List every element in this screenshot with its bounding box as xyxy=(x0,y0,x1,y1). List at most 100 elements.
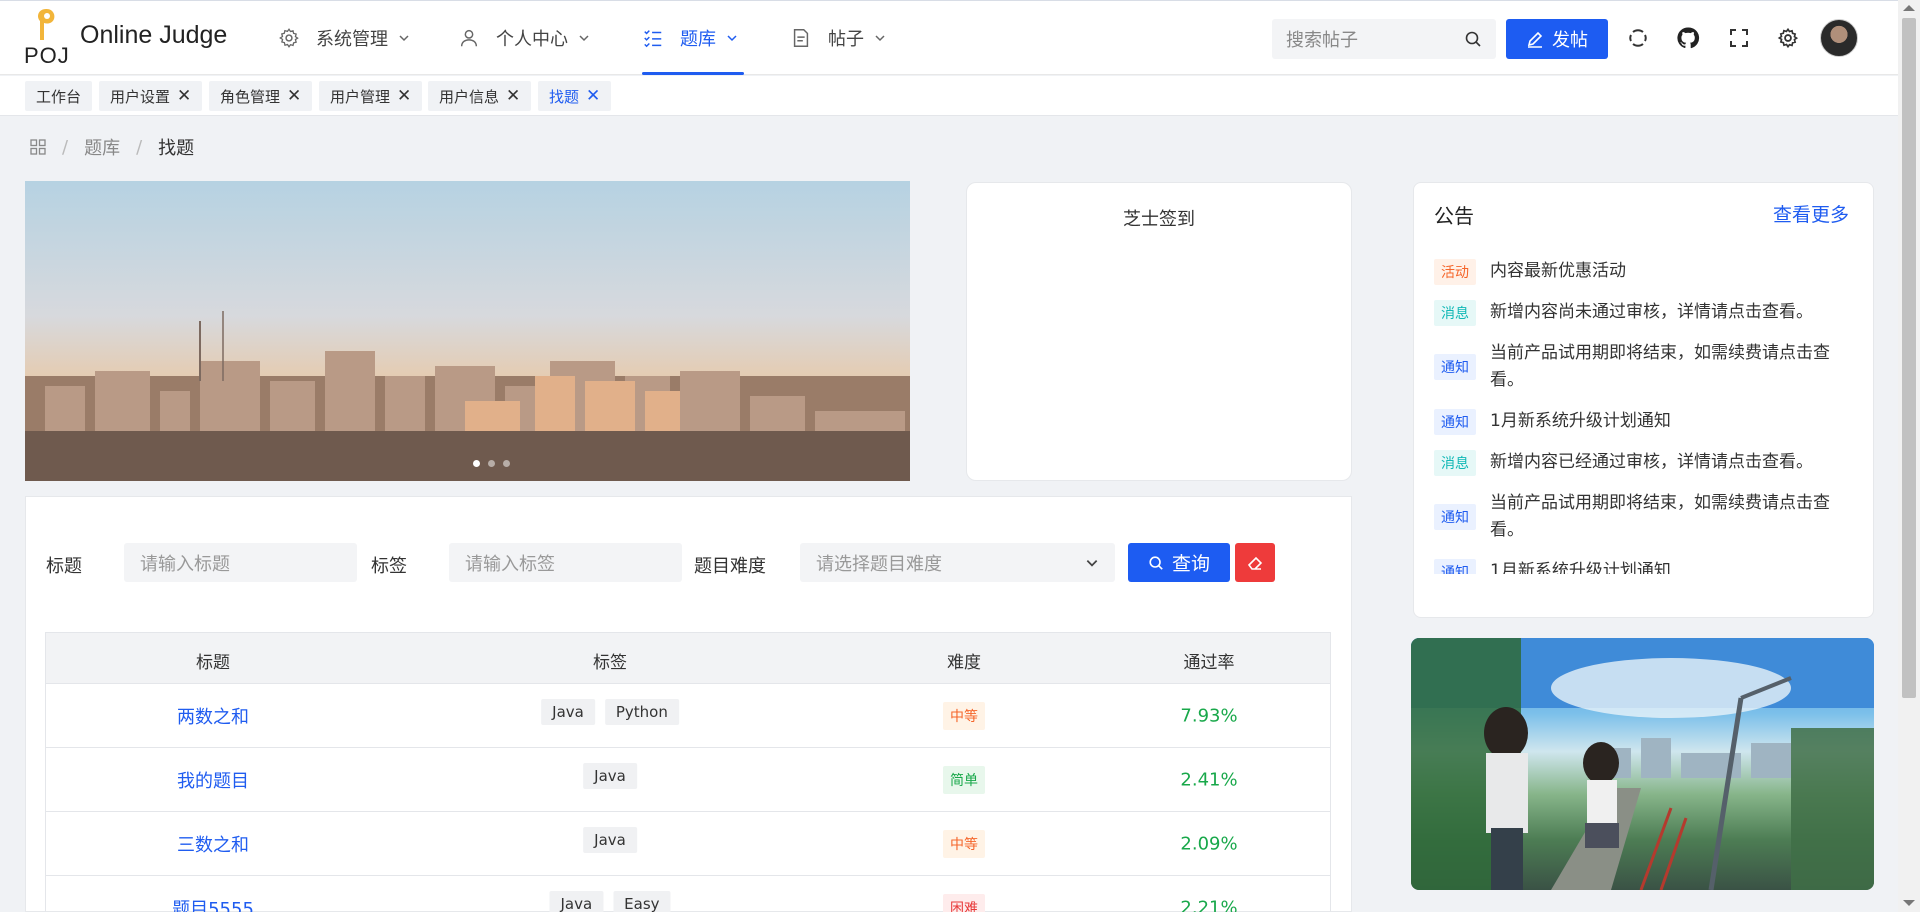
chevron-down-icon xyxy=(579,35,589,42)
sign-in-title: 芝士签到 xyxy=(1123,209,1195,230)
banner-carousel[interactable] xyxy=(25,181,910,481)
anime-scene-image xyxy=(1411,638,1874,890)
difficulty-filter-label: 题目难度 xyxy=(694,556,766,577)
table-row[interactable]: 我的题目 Java 简单 2.41% xyxy=(46,748,1330,812)
tab-label: 用户信息 xyxy=(439,87,500,106)
city-skyline-image xyxy=(25,311,910,481)
post-button[interactable]: 发帖 xyxy=(1506,19,1608,59)
scroll-down-arrow-icon[interactable] xyxy=(1903,900,1915,906)
title-input[interactable]: 请输入标题 xyxy=(124,543,357,582)
problem-title-link[interactable]: 题目5555 xyxy=(172,895,254,912)
notice-text: 新增内容尚未通过审核，详情请点击查看。 xyxy=(1490,302,1813,322)
column-header-tags: 标签 xyxy=(593,653,627,673)
document-icon xyxy=(793,29,809,47)
avatar[interactable] xyxy=(1820,19,1858,57)
difficulty-select-placeholder: 请选择题目难度 xyxy=(816,553,942,575)
notice-item[interactable]: 通知 当前产品试用期即将结束，如需续费请点击查看。 xyxy=(1434,490,1859,544)
nav-label: 个人中心 xyxy=(496,29,568,50)
chevron-down-icon xyxy=(399,35,409,42)
notice-item[interactable]: 消息 新增内容尚未通过审核，详情请点击查看。 xyxy=(1434,299,1859,326)
table-header: 标题 标签 难度 通过率 xyxy=(46,633,1330,684)
problem-tag: Python xyxy=(604,699,679,725)
problem-tags: Java Easy xyxy=(549,891,671,912)
table-row[interactable]: 三数之和 Java 中等 2.09% xyxy=(46,812,1330,876)
notice-text: 当前产品试用期即将结束，如需续费请点击查看。 xyxy=(1490,493,1830,540)
tab-user-management[interactable]: 用户管理 ✕ xyxy=(319,81,423,111)
notice-item[interactable]: 通知 当前产品试用期即将结束，如需续费请点击查看。 xyxy=(1434,340,1859,394)
app-title: Online Judge xyxy=(80,21,228,49)
problem-tags: Java Python xyxy=(541,699,679,725)
title-filter-label: 标题 xyxy=(46,556,82,577)
problem-tag: Easy xyxy=(613,891,671,912)
carousel-dot[interactable] xyxy=(473,460,480,467)
eraser-icon xyxy=(1247,556,1263,570)
search-input[interactable]: 搜索帖子 xyxy=(1272,19,1496,59)
problem-tag: Java xyxy=(541,699,595,725)
difficulty-select[interactable]: 请选择题目难度 xyxy=(800,543,1115,582)
problem-table: 标题 标签 难度 通过率 两数之和 Java Python 中等 7.93% 我… xyxy=(45,632,1331,912)
dashboard-grid-icon[interactable] xyxy=(30,139,46,155)
gear-icon xyxy=(279,28,299,48)
refresh-icon[interactable] xyxy=(1625,25,1651,51)
tag-filter-label: 标签 xyxy=(371,556,407,577)
nav-personal-center[interactable]: 个人中心 xyxy=(458,1,590,75)
post-button-label: 发帖 xyxy=(1552,30,1588,51)
close-icon[interactable]: ✕ xyxy=(586,87,600,105)
notice-item[interactable]: 活动 内容最新优惠活动 xyxy=(1434,258,1859,285)
poj-logo[interactable]: POJ xyxy=(24,7,69,71)
nav-posts[interactable]: 帖子 xyxy=(790,1,886,75)
title-input-placeholder: 请输入标题 xyxy=(140,553,230,575)
notice-item[interactable]: 消息 新增内容已经通过审核，详情请点击查看。 xyxy=(1434,449,1859,476)
search-icon xyxy=(1149,555,1163,570)
view-more-link[interactable]: 查看更多 xyxy=(1773,200,1849,227)
table-row[interactable]: 两数之和 Java Python 中等 7.93% xyxy=(46,684,1330,748)
tab-workbench[interactable]: 工作台 xyxy=(25,81,93,111)
close-icon[interactable]: ✕ xyxy=(177,87,191,105)
search-icon[interactable] xyxy=(1464,30,1482,48)
problem-title-link[interactable]: 三数之和 xyxy=(177,831,249,857)
scrollbar-thumb[interactable] xyxy=(1902,18,1916,698)
tabs-bar: 工作台 用户设置 ✕ 角色管理 ✕ 用户管理 ✕ 用户信息 ✕ 找题 ✕ xyxy=(0,76,1898,116)
notice-item[interactable]: 通知 1月新系统升级计划通知 xyxy=(1434,408,1859,435)
scroll-up-arrow-icon[interactable] xyxy=(1903,5,1915,11)
fullscreen-icon[interactable] xyxy=(1726,25,1752,51)
reset-button[interactable] xyxy=(1235,543,1275,582)
difficulty-badge: 中等 xyxy=(943,829,985,858)
nav-label: 帖子 xyxy=(828,29,864,50)
tab-find-problem[interactable]: 找题 ✕ xyxy=(538,81,612,111)
carousel-dots xyxy=(473,460,510,467)
problem-title-link[interactable]: 我的题目 xyxy=(177,767,249,793)
column-header-difficulty: 难度 xyxy=(947,653,981,673)
table-row[interactable]: 题目5555 Java Easy 困难 2.21% xyxy=(46,876,1330,912)
carousel-dot[interactable] xyxy=(503,460,510,467)
breadcrumb-item[interactable]: 题库 xyxy=(84,134,120,160)
notice-badge: 通知 xyxy=(1434,559,1476,574)
notice-badge: 活动 xyxy=(1434,259,1476,285)
tag-input-placeholder: 请输入标签 xyxy=(465,553,555,575)
close-icon[interactable]: ✕ xyxy=(506,87,520,105)
query-button[interactable]: 查询 xyxy=(1128,543,1230,582)
close-icon[interactable]: ✕ xyxy=(397,87,411,105)
breadcrumb-current: 找题 xyxy=(158,138,195,159)
notice-item[interactable]: 通知 1月新系统升级计划通知 xyxy=(1434,558,1859,574)
notice-badge: 通知 xyxy=(1434,504,1476,530)
problem-title-link[interactable]: 两数之和 xyxy=(177,703,249,729)
query-button-label: 查询 xyxy=(1171,553,1210,575)
breadcrumb-separator: / xyxy=(136,136,143,158)
nav-system-management[interactable]: 系统管理 xyxy=(278,1,410,75)
github-icon[interactable] xyxy=(1675,25,1701,51)
close-icon[interactable]: ✕ xyxy=(287,87,301,105)
carousel-dot[interactable] xyxy=(488,460,495,467)
tab-user-info[interactable]: 用户信息 ✕ xyxy=(428,81,532,111)
tag-input[interactable]: 请输入标签 xyxy=(449,543,682,582)
chevron-down-icon xyxy=(875,35,885,42)
tab-user-settings[interactable]: 用户设置 ✕ xyxy=(99,81,203,111)
pass-rate: 2.21% xyxy=(1180,897,1238,912)
logo-mark-icon xyxy=(38,9,55,40)
page-scrollbar[interactable] xyxy=(1898,0,1920,912)
tab-role-management[interactable]: 角色管理 ✕ xyxy=(209,81,313,111)
settings-gear-icon[interactable] xyxy=(1775,25,1801,51)
top-header: POJ Online Judge 系统管理 个人中心 题库 帖子 搜索帖子 发帖 xyxy=(0,0,1898,75)
nav-problem-bank[interactable]: 题库 xyxy=(642,1,744,75)
notice-badge: 通知 xyxy=(1434,409,1476,435)
